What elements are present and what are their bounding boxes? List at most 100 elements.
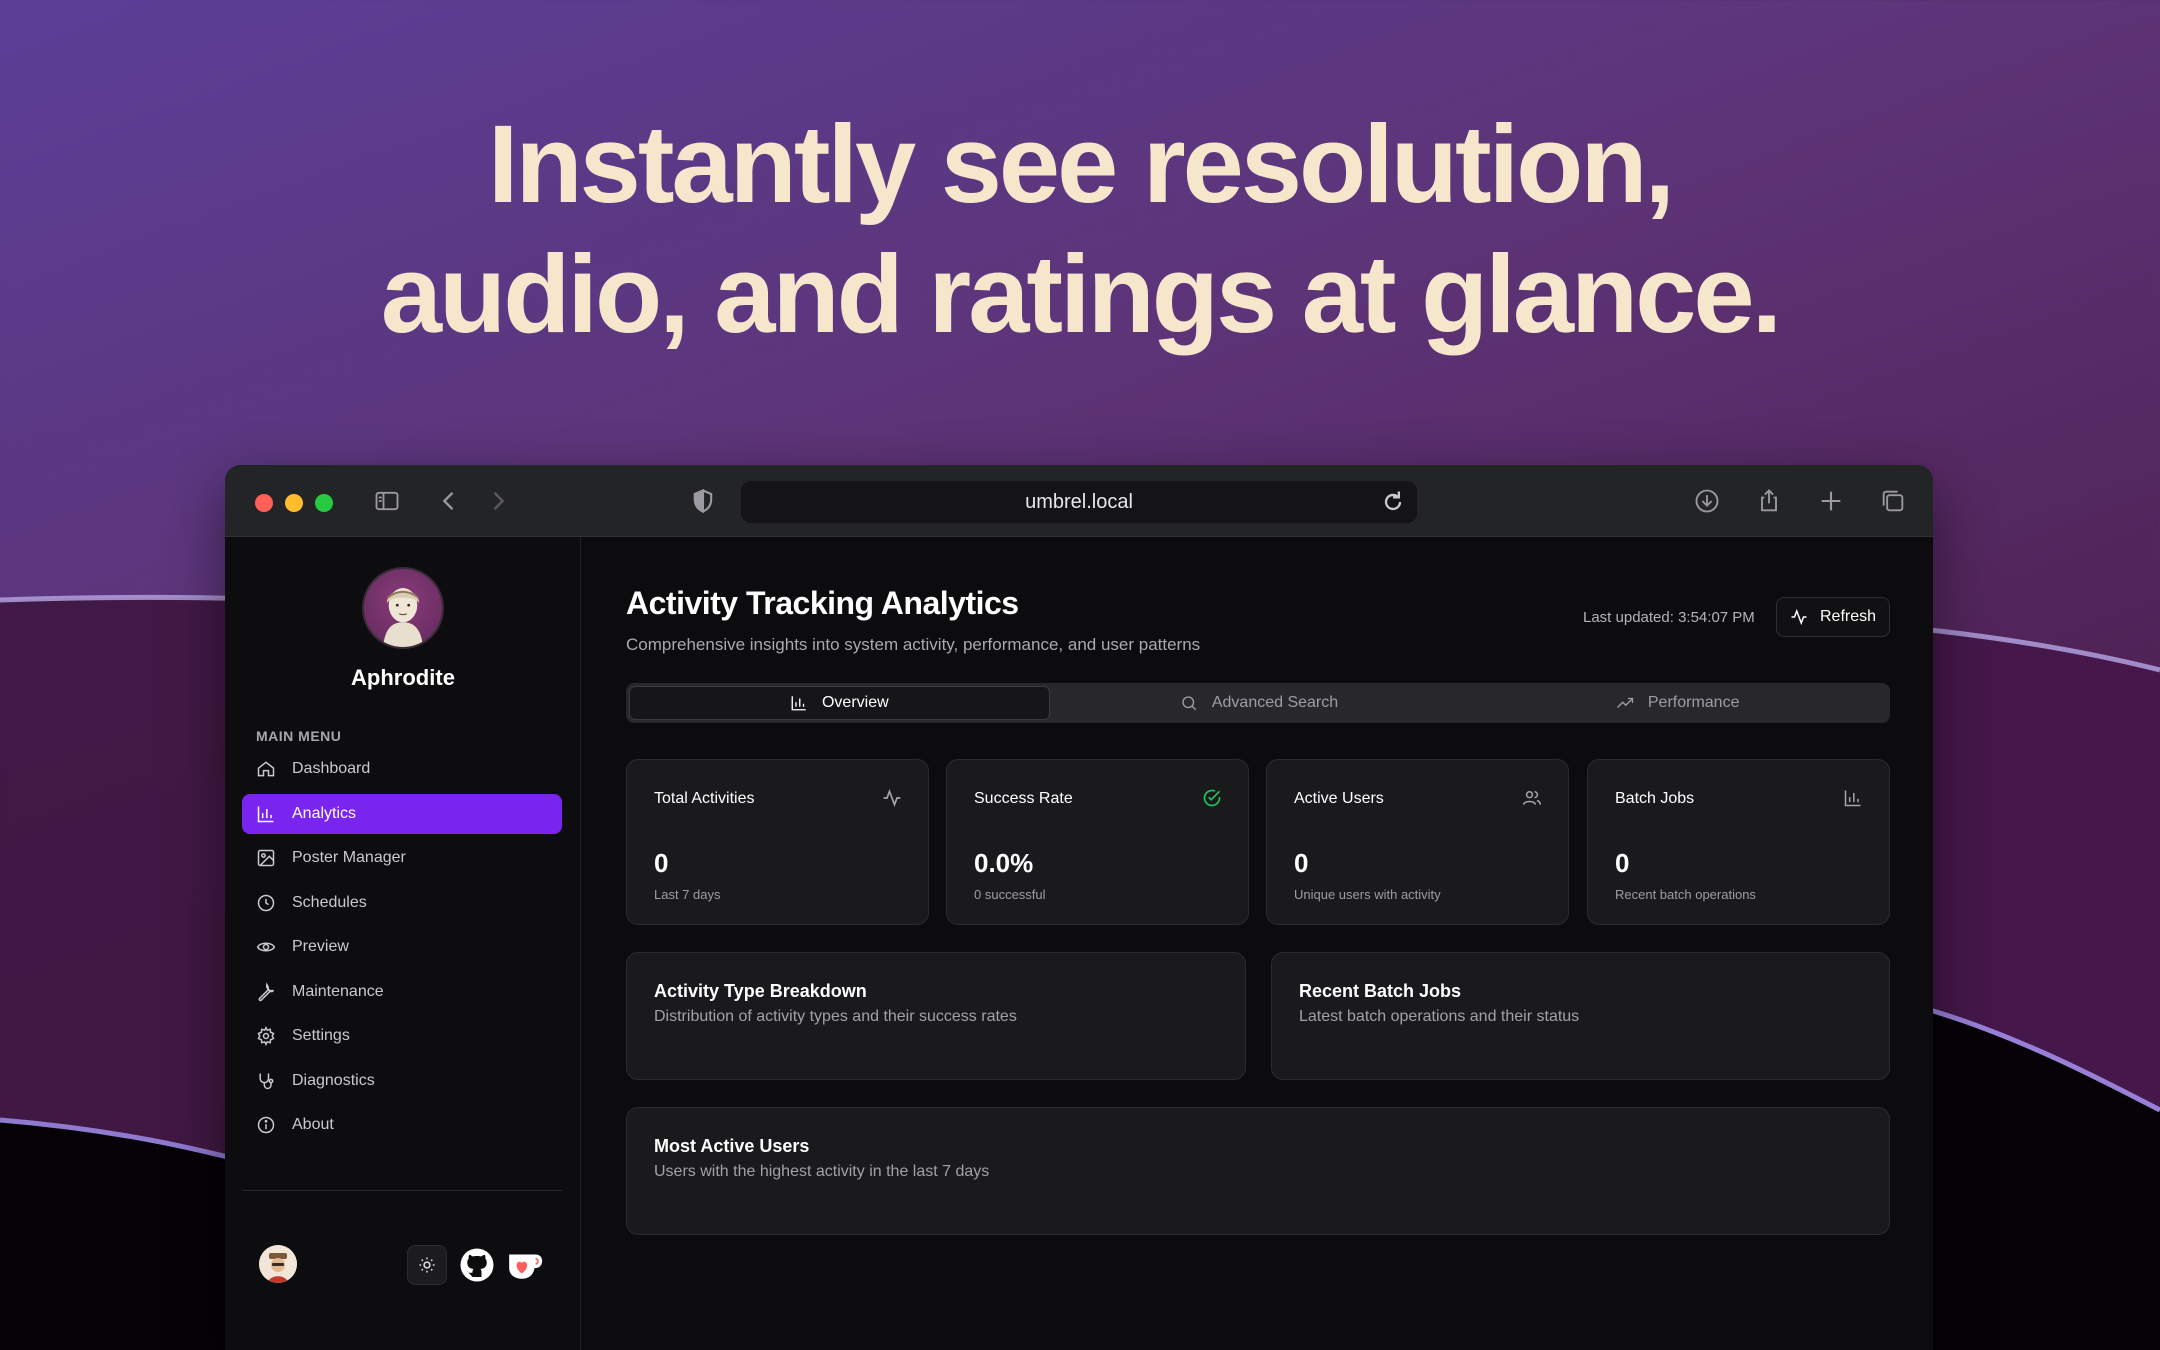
theme-toggle-button[interactable] [407, 1245, 447, 1285]
main-menu: Dashboard Analytics Poster Manager Sched… [242, 749, 562, 1150]
stat-card-batch-jobs: Batch Jobs 0 Recent batch operations [1587, 759, 1890, 925]
sidebar-item-label: Diagnostics [292, 1071, 375, 1089]
stat-label: Active Users [1294, 790, 1384, 807]
stethoscope-icon [259, 1073, 274, 1089]
stat-label: Batch Jobs [1615, 790, 1695, 807]
download-icon[interactable] [1691, 485, 1723, 517]
sidebar-item-label: Dashboard [292, 760, 371, 777]
stat-value: 0 [1615, 848, 1630, 878]
sidebar-toggle-icon[interactable] [371, 485, 403, 517]
reload-icon[interactable] [1379, 488, 1407, 516]
headline-line-1: Instantly see resolution, [487, 103, 1675, 226]
forward-arrow-icon[interactable] [482, 485, 514, 517]
stat-card-active-users: Active Users 0 Unique users with activit… [1266, 759, 1569, 925]
sidebar-item-label: About [292, 1116, 334, 1133]
minimize-window-button[interactable] [285, 494, 303, 512]
users-icon [1522, 791, 1542, 805]
sidebar-item-about[interactable]: About [242, 1105, 562, 1145]
user-avatar[interactable] [259, 1245, 297, 1283]
wrench-icon [258, 981, 275, 1001]
activity-icon [1791, 608, 1807, 626]
tab-advanced-search[interactable]: Advanced Search [1050, 686, 1469, 720]
github-icon [460, 1248, 494, 1282]
refresh-button[interactable]: Refresh [1776, 597, 1890, 637]
sidebar-item-label: Schedules [292, 893, 367, 911]
home-icon [257, 761, 275, 777]
sidebar: Aphrodite MAIN MENU Dashboard Analytics … [225, 537, 581, 1350]
tab-overview[interactable]: Overview [629, 686, 1050, 720]
stat-card-total-activities: Total Activities 0 Last 7 days [626, 759, 929, 925]
panel-subtitle: Latest batch operations and their status [1299, 1008, 1580, 1025]
sidebar-item-label: Analytics [292, 804, 357, 822]
page-subtitle: Comprehensive insights into system activ… [626, 635, 1201, 654]
stat-value: 0 [654, 848, 669, 878]
close-window-button[interactable] [255, 494, 273, 512]
stat-card-success-rate: Success Rate 0.0% 0 successful [946, 759, 1249, 925]
stat-subtext: Unique users with activity [1294, 887, 1441, 902]
sidebar-item-label: Poster Manager [292, 849, 406, 866]
panel-subtitle: Users with the highest activity in the l… [654, 1163, 990, 1180]
tab-label: Performance [1647, 694, 1740, 711]
image-icon [257, 849, 275, 867]
menu-section-title: MAIN MENU [256, 728, 342, 744]
stat-label: Success Rate [974, 790, 1073, 807]
activity-breakdown-panel: Activity Type Breakdown Distribution of … [626, 952, 1246, 1080]
panel-title: Activity Type Breakdown [654, 981, 867, 1001]
sidebar-item-schedules[interactable]: Schedules [242, 883, 562, 923]
activity-icon [883, 788, 901, 808]
sidebar-item-dashboard[interactable]: Dashboard [242, 749, 562, 789]
share-icon[interactable] [1753, 485, 1785, 517]
panel-title: Recent Batch Jobs [1299, 981, 1462, 1001]
kofi-link[interactable] [505, 1245, 545, 1285]
bar-chart-icon [791, 696, 806, 711]
back-arrow-icon[interactable] [433, 485, 465, 517]
app-logo-avatar [362, 567, 444, 649]
sidebar-item-diagnostics[interactable]: Diagnostics [242, 1061, 562, 1101]
eye-icon [256, 942, 276, 952]
address-bar[interactable]: umbrel.local [741, 481, 1417, 523]
stat-subtext: Recent batch operations [1615, 887, 1756, 902]
tab-performance[interactable]: Performance [1468, 686, 1887, 720]
analytics-tabs: Overview Advanced Search Performance [626, 683, 1890, 723]
headline-line-2: audio, and ratings at glance. [380, 233, 1782, 356]
stat-subtext: 0 successful [974, 887, 1046, 902]
most-active-users-panel: Most Active Users Users with the highest… [626, 1107, 1890, 1235]
maximize-window-button[interactable] [315, 494, 333, 512]
sidebar-item-poster-manager[interactable]: Poster Manager [242, 838, 562, 878]
coffee-cup-icon [509, 1254, 543, 1279]
sidebar-item-label: Maintenance [292, 982, 384, 1000]
trending-up-icon [1616, 697, 1634, 708]
sun-icon [419, 1257, 435, 1273]
github-link[interactable] [457, 1245, 497, 1285]
sidebar-item-label: Preview [292, 938, 349, 955]
sidebar-divider [242, 1190, 562, 1191]
tab-label: Overview [821, 694, 889, 711]
refresh-label: Refresh [1819, 608, 1877, 625]
main-content: Activity Tracking Analytics Comprehensiv… [582, 537, 1933, 1350]
gear-icon [257, 1026, 275, 1046]
hero-headline: Instantly see resolution, audio, and rat… [0, 100, 2160, 360]
recent-batch-jobs-panel: Recent Batch Jobs Latest batch operation… [1271, 952, 1890, 1080]
privacy-shield-icon[interactable] [687, 485, 719, 517]
new-tab-plus-icon[interactable] [1815, 485, 1847, 517]
stat-label: Total Activities [654, 790, 755, 807]
tab-overview-icon[interactable] [1877, 485, 1909, 517]
info-icon [257, 1116, 275, 1134]
check-circle-icon [1203, 789, 1221, 807]
page-title: Activity Tracking Analytics [626, 585, 1019, 621]
stat-value: 0.0% [974, 848, 1034, 878]
sidebar-item-preview[interactable]: Preview [242, 927, 562, 967]
app-name: Aphrodite [351, 665, 455, 690]
stat-value: 0 [1294, 848, 1309, 878]
panel-subtitle: Distribution of activity types and their… [654, 1008, 1017, 1025]
panel-title: Most Active Users [654, 1136, 810, 1156]
sidebar-item-analytics[interactable]: Analytics [242, 793, 562, 834]
sidebar-item-settings[interactable]: Settings [242, 1016, 562, 1056]
stat-subtext: Last 7 days [654, 887, 721, 902]
url-text: umbrel.local [1025, 490, 1133, 513]
tab-label: Advanced Search [1211, 694, 1339, 711]
last-updated-text: Last updated: 3:54:07 PM [1583, 609, 1755, 626]
sidebar-item-maintenance[interactable]: Maintenance [242, 972, 562, 1012]
search-icon [1182, 696, 1197, 711]
sidebar-item-label: Settings [292, 1027, 350, 1044]
